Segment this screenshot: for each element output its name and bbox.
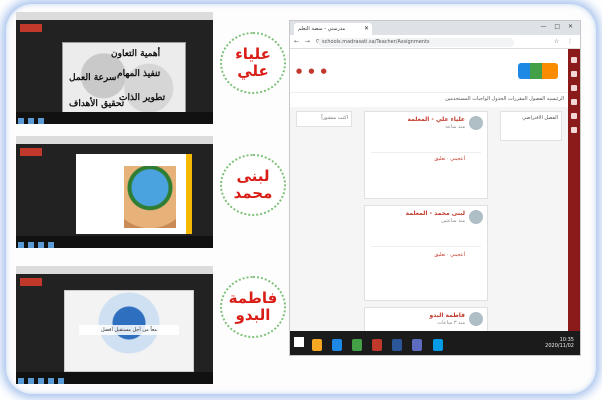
window-controls[interactable]: — □ ✕ [540, 23, 576, 30]
taskbar [16, 112, 213, 124]
zoom-icon[interactable] [432, 339, 443, 351]
slide-title: أهمية التعاون [111, 49, 161, 59]
tab-strip: مدرستي - منصة التعلم ✕ — □ ✕ [290, 21, 580, 35]
tab-title: مدرستي - منصة التعلم [298, 26, 346, 32]
yellow-accent-bar [186, 154, 192, 234]
thumbnail-titlebar [16, 266, 213, 274]
post-author[interactable]: علياء علي - المعلمة [407, 116, 465, 123]
header-icons[interactable]: ● ● ● [296, 67, 329, 75]
badge-last-name: علي [237, 62, 269, 80]
site-header: ● ● ● [290, 49, 580, 93]
slide-point: تطوير الذات [119, 93, 166, 103]
sidebar-icon[interactable] [571, 85, 577, 91]
teams-icon[interactable] [412, 339, 423, 351]
badge-first-name: علياء [235, 45, 271, 63]
slide-earth-hands [76, 154, 192, 234]
feed-post: علياء علي - المعلمة منذ ساعة أعجبني · تع… [364, 111, 488, 199]
edge-icon[interactable] [332, 339, 343, 351]
slide-point: سرعة العمل [69, 73, 117, 83]
thumbnail-titlebar [16, 12, 213, 20]
browser-window: مدرستي - منصة التعلم ✕ — □ ✕ ← → ⟳ schoo… [289, 20, 581, 356]
app-accent-tab [20, 278, 42, 286]
clock-date: 2020/11/02 [545, 343, 574, 349]
close-icon[interactable]: ✕ [364, 23, 369, 35]
sidebar-icon[interactable] [571, 71, 577, 77]
slide-point: تنفيذ المهام [117, 69, 161, 79]
url-field[interactable]: schools.madrasati.sa/Teacher/Assignments [318, 38, 514, 47]
slide-globe: معاً من أجل مستقبل أفضل [64, 290, 194, 372]
post-author[interactable]: لبنى محمد - المعلمة [406, 210, 465, 217]
post-actions[interactable]: أعجبني · تعليق [434, 252, 465, 258]
sidebar-icon[interactable] [571, 113, 577, 119]
earth-hands-image [124, 166, 176, 228]
screenshot-thumbnail-2 [16, 136, 213, 248]
post-author[interactable]: فاطمة البدو [429, 312, 465, 319]
divider [371, 246, 481, 247]
chrome-icon[interactable] [352, 339, 363, 351]
divider [371, 152, 481, 153]
browser-tab[interactable]: مدرستي - منصة التعلم ✕ [294, 23, 372, 35]
badge-last-name: البدو [235, 306, 271, 324]
sidebar-icon[interactable] [571, 57, 577, 63]
powerpoint-icon[interactable] [372, 339, 383, 351]
screenshot-thumbnail-3: معاً من أجل مستقبل أفضل [16, 266, 213, 384]
compose-box[interactable]: اكتب منشوراً [296, 111, 352, 127]
slide-caption: معاً من أجل مستقبل أفضل [79, 325, 179, 335]
badge-first-name: لبنى [236, 167, 270, 185]
name-badge-3: فاطمة البدو [220, 276, 286, 338]
name-badge-1: علياء علي [220, 32, 286, 94]
site-logo [518, 63, 558, 79]
word-icon[interactable] [392, 339, 403, 351]
badge-last-name: محمد [233, 184, 273, 202]
avatar [469, 312, 483, 326]
post-time: منذ ساعة [445, 124, 465, 130]
feed-area: الفصل الافتراضي اكتب منشوراً علياء علي -… [290, 107, 568, 347]
avatar [469, 210, 483, 224]
slide-teamwork: أهمية التعاون تنفيذ المهام سرعة العمل تط… [62, 42, 186, 120]
taskbar [16, 236, 213, 248]
collage-frame: أهمية التعاون تنفيذ المهام سرعة العمل تط… [6, 4, 596, 394]
taskbar-clock[interactable]: 10:35 2020/11/02 [545, 337, 574, 349]
taskbar-apps [312, 336, 448, 355]
sidebar-icon[interactable] [571, 99, 577, 105]
taskbar [16, 372, 213, 384]
feed-post: لبنى محمد - المعلمة منذ ساعتين أعجبني · … [364, 205, 488, 301]
address-bar: ← → ⟳ schools.madrasati.sa/Teacher/Assig… [290, 35, 580, 49]
name-badge-2: لبنى محمد [220, 154, 286, 216]
post-actions[interactable]: أعجبني · تعليق [434, 156, 465, 162]
slide-point: تحقيق الأهداف [69, 99, 125, 109]
app-accent-tab [20, 148, 42, 156]
class-card[interactable]: الفصل الافتراضي [500, 111, 562, 141]
thumbnail-titlebar [16, 136, 213, 144]
badge-first-name: فاطمة [228, 289, 278, 307]
app-accent-tab [20, 24, 42, 32]
screenshot-thumbnail-1: أهمية التعاون تنفيذ المهام سرعة العمل تط… [16, 12, 213, 124]
post-time: منذ ساعتين [441, 218, 465, 224]
folder-icon[interactable] [312, 339, 322, 351]
star-menu-icon[interactable]: ☆ ⋮ [554, 38, 576, 45]
windows-start-icon[interactable] [294, 337, 304, 347]
post-time: منذ ٣ ساعات [437, 320, 465, 326]
site-menu[interactable]: الرئيسية الفصول المقررات الجدول الواجبات… [290, 93, 580, 105]
sidebar-icon[interactable] [571, 127, 577, 133]
avatar [469, 116, 483, 130]
windows-taskbar: 10:35 2020/11/02 [290, 331, 580, 355]
site-sidebar [568, 49, 580, 355]
